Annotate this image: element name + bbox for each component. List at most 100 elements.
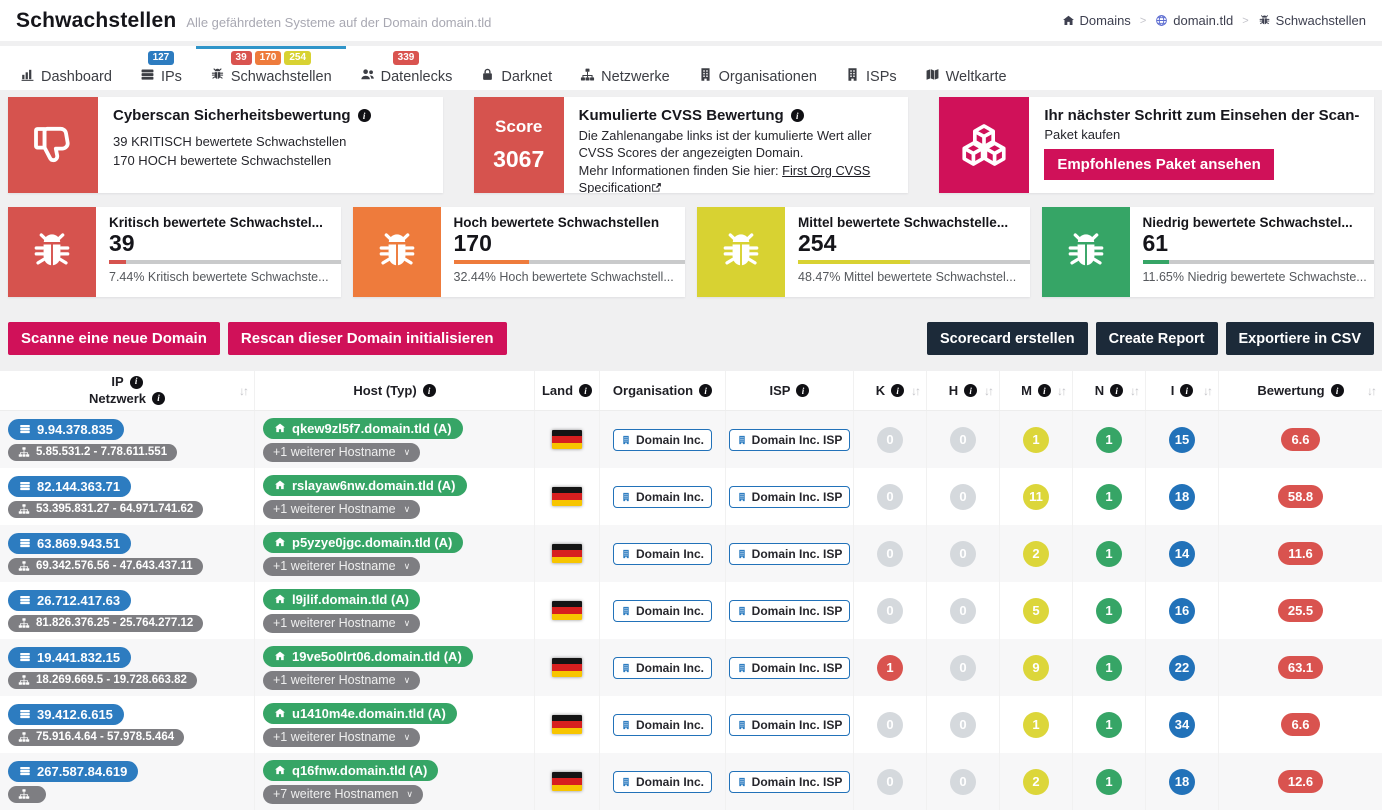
organisation-button[interactable]: Domain Inc. xyxy=(613,714,712,736)
isp-button[interactable]: Domain Inc. ISP xyxy=(729,486,851,508)
host-pill[interactable]: q16fnw.domain.tld (A) xyxy=(263,760,438,781)
sort-icon[interactable]: ↓↑ xyxy=(239,384,247,398)
more-hostnames-toggle[interactable]: +1 weiterer Hostname ∨ xyxy=(263,671,420,690)
stat-caption: 32.44% Hoch bewertete Schwachstell... xyxy=(454,270,686,284)
breadcrumb-domain-tld[interactable]: domain.tld xyxy=(1155,13,1233,28)
tab-schwachstellen[interactable]: 39170254 Schwachstellen xyxy=(196,46,346,90)
info-icon[interactable]: i xyxy=(791,109,804,122)
tab-darknet[interactable]: Darknet xyxy=(466,46,566,90)
more-hostnames-toggle[interactable]: +1 weiterer Hostname ∨ xyxy=(263,500,420,519)
info-icon[interactable]: i xyxy=(964,384,977,397)
isp-button[interactable]: Domain Inc. ISP xyxy=(729,429,851,451)
isp-label: Domain Inc. ISP xyxy=(752,775,843,789)
host-pill[interactable]: rslayaw6nw.domain.tld (A) xyxy=(263,475,467,496)
network-pill[interactable]: 5.85.531.2 - 7.78.611.551 xyxy=(8,444,177,461)
server-icon xyxy=(19,651,31,663)
sort-icon[interactable]: ↓↑ xyxy=(984,384,992,398)
ip-pill[interactable]: 82.144.363.71 xyxy=(8,476,131,497)
ip-pill[interactable]: 26.712.417.63 xyxy=(8,590,131,611)
more-hostnames-toggle[interactable]: +1 weiterer Hostname ∨ xyxy=(263,557,420,576)
breadcrumb-schwachstellen[interactable]: Schwachstellen xyxy=(1258,13,1366,28)
more-hostnames-toggle[interactable]: +1 weiterer Hostname ∨ xyxy=(263,443,420,462)
network-label: 18.269.669.5 - 19.728.663.82 xyxy=(36,674,187,686)
tab-isps[interactable]: ISPs xyxy=(831,46,911,90)
rescan-dieser-domain-initialisieren-button[interactable]: Rescan dieser Domain initialisieren xyxy=(228,322,507,355)
isp-label: Domain Inc. ISP xyxy=(752,604,843,618)
info-icon[interactable]: i xyxy=(358,109,371,122)
sort-icon[interactable]: ↓↑ xyxy=(1057,384,1065,398)
breadcrumb: Domains > domain.tld > Schwachstellen xyxy=(1062,13,1366,28)
stat-value: 254 xyxy=(798,231,1030,256)
tab-ips[interactable]: 127 IPs xyxy=(126,46,196,90)
score-label: Score xyxy=(495,117,542,137)
isp-button[interactable]: Domain Inc. ISP xyxy=(729,543,851,565)
more-hostnames-toggle[interactable]: +7 weitere Hostnamen ∨ xyxy=(263,785,423,804)
tab-weltkarte[interactable]: Weltkarte xyxy=(911,46,1021,90)
building-icon xyxy=(737,719,747,731)
isp-button[interactable]: Domain Inc. ISP xyxy=(729,714,851,736)
external-link-icon xyxy=(651,180,662,193)
organisation-button[interactable]: Domain Inc. xyxy=(613,771,712,793)
ip-pill[interactable]: 9.94.378.835 xyxy=(8,419,124,440)
organisation-button[interactable]: Domain Inc. xyxy=(613,657,712,679)
more-hostnames-label: +1 weiterer Hostname xyxy=(273,559,396,573)
exportiere-in-csv-button[interactable]: Exportiere in CSV xyxy=(1226,322,1374,355)
scorecard-erstellen-button[interactable]: Scorecard erstellen xyxy=(927,322,1088,355)
info-icon[interactable]: i xyxy=(796,384,809,397)
tab-netzwerke[interactable]: Netzwerke xyxy=(566,46,684,90)
isp-button[interactable]: Domain Inc. ISP xyxy=(729,771,851,793)
info-icon[interactable]: i xyxy=(579,384,592,397)
breadcrumb-domains[interactable]: Domains xyxy=(1062,13,1131,28)
create-report-button[interactable]: Create Report xyxy=(1096,322,1218,355)
info-icon[interactable]: i xyxy=(891,384,904,397)
info-icon[interactable]: i xyxy=(1038,384,1051,397)
network-pill[interactable]: 69.342.576.56 - 47.643.437.11 xyxy=(8,558,203,575)
tab-datenlecks[interactable]: 339 Datenlecks xyxy=(346,46,467,90)
sort-icon[interactable]: ↓↑ xyxy=(911,384,919,398)
host-pill[interactable]: 19ve5o0lrt06.domain.tld (A) xyxy=(263,646,473,667)
network-pill[interactable]: 81.826.376.25 - 25.764.277.12 xyxy=(8,615,203,632)
sort-icon[interactable]: ↓↑ xyxy=(1367,384,1375,398)
building-icon xyxy=(737,491,747,503)
host-pill[interactable]: l9jlif.domain.tld (A) xyxy=(263,589,420,610)
tab-dashboard[interactable]: Dashboard xyxy=(6,46,126,90)
host-label: q16fnw.domain.tld (A) xyxy=(292,763,427,778)
organisation-button[interactable]: Domain Inc. xyxy=(613,486,712,508)
ip-pill[interactable]: 39.412.6.615 xyxy=(8,704,124,725)
tab-organisationen[interactable]: Organisationen xyxy=(684,46,831,90)
count-m: 1 xyxy=(1023,427,1049,453)
host-pill[interactable]: p5yzye0jgc.domain.tld (A) xyxy=(263,532,463,553)
info-icon[interactable]: i xyxy=(423,384,436,397)
network-pill[interactable]: 75.916.4.64 - 57.978.5.464 xyxy=(8,729,184,746)
network-pill[interactable]: 53.395.831.27 - 64.971.741.62 xyxy=(8,501,203,518)
isp-button[interactable]: Domain Inc. ISP xyxy=(729,657,851,679)
sort-icon[interactable]: ↓↑ xyxy=(1203,384,1211,398)
ip-pill[interactable]: 267.587.84.619 xyxy=(8,761,138,782)
count-i: 34 xyxy=(1169,712,1195,738)
ip-pill[interactable]: 19.441.832.15 xyxy=(8,647,131,668)
info-icon[interactable]: i xyxy=(152,392,165,405)
info-icon[interactable]: i xyxy=(1331,384,1344,397)
organisation-button[interactable]: Domain Inc. xyxy=(613,429,712,451)
host-pill[interactable]: qkew9zl5f7.domain.tld (A) xyxy=(263,418,463,439)
more-hostnames-toggle[interactable]: +1 weiterer Hostname ∨ xyxy=(263,614,420,633)
recommended-package-button[interactable]: Empfohlenes Paket ansehen xyxy=(1044,149,1273,180)
ip-pill[interactable]: 63.869.943.51 xyxy=(8,533,131,554)
info-icon[interactable]: i xyxy=(1110,384,1123,397)
actions-right: Scorecard erstellenCreate ReportExportie… xyxy=(927,322,1374,355)
network-pill[interactable]: 18.269.669.5 - 19.728.663.82 xyxy=(8,672,197,689)
info-icon[interactable]: i xyxy=(1180,384,1193,397)
cubes-icon xyxy=(939,97,1029,193)
organisation-button[interactable]: Domain Inc. xyxy=(613,600,712,622)
info-icon[interactable]: i xyxy=(699,384,712,397)
host-pill[interactable]: u1410m4e.domain.tld (A) xyxy=(263,703,457,724)
info-icon[interactable]: i xyxy=(130,376,143,389)
organisation-button[interactable]: Domain Inc. xyxy=(613,543,712,565)
more-hostnames-toggle[interactable]: +1 weiterer Hostname ∨ xyxy=(263,728,420,747)
network-pill[interactable] xyxy=(8,786,46,803)
scanne-eine-neue-domain-button[interactable]: Scanne eine neue Domain xyxy=(8,322,220,355)
home-icon xyxy=(274,650,286,662)
sort-icon[interactable]: ↓↑ xyxy=(1130,384,1138,398)
stat-caption: 7.44% Kritisch bewertete Schwachste... xyxy=(109,270,341,284)
isp-button[interactable]: Domain Inc. ISP xyxy=(729,600,851,622)
